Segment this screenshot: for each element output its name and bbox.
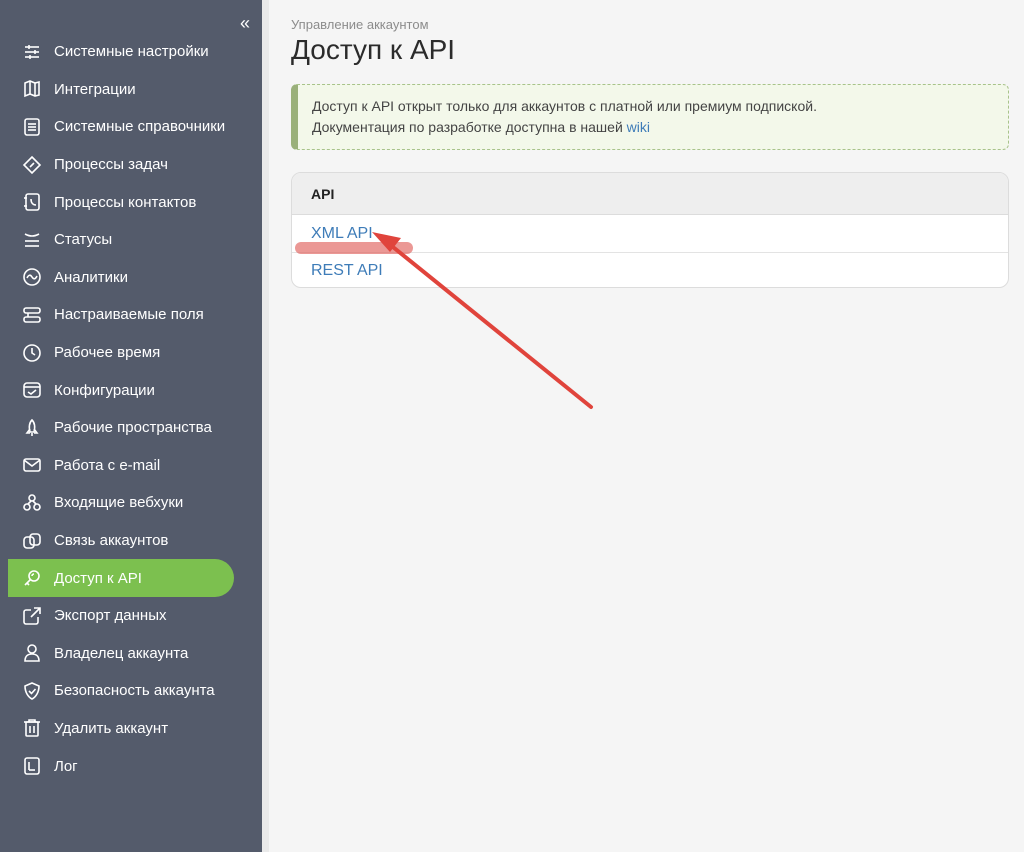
sidebar-item-account-link[interactable]: Связь аккаунтов: [8, 522, 234, 560]
sidebar-item-label: Настраиваемые поля: [54, 306, 204, 324]
link-icon: [22, 531, 42, 551]
sidebar-item-task-processes[interactable]: Процессы задач: [8, 146, 234, 184]
sidebar-item-label: Конфигурации: [54, 381, 155, 399]
sidebar-item-configurations[interactable]: Конфигурации: [8, 371, 234, 409]
sidebar: « Системные настройки Интеграции Системн…: [0, 0, 262, 852]
sidebar-item-system-directories[interactable]: Системные справочники: [8, 108, 234, 146]
sidebar-item-label: Системные справочники: [54, 118, 226, 136]
sidebar-item-label: Процессы задач: [54, 156, 168, 174]
sidebar-item-label: Входящие вебхуки: [54, 494, 184, 512]
sidebar-item-delete-account[interactable]: Удалить аккаунт: [8, 710, 234, 748]
sidebar-item-analytics[interactable]: Аналитики: [8, 259, 234, 297]
breadcrumb[interactable]: Управление аккаунтом: [291, 17, 429, 32]
key-icon: [22, 568, 42, 588]
phone-book-icon: [22, 192, 42, 212]
notice-text-prefix: Документация по разработке доступна в на…: [312, 119, 627, 135]
user-icon: [22, 643, 42, 663]
sidebar-item-system-settings[interactable]: Системные настройки: [8, 33, 234, 71]
sidebar-item-workspaces[interactable]: Рабочие пространства: [8, 409, 234, 447]
sidebar-item-label: Статусы: [54, 231, 113, 249]
sidebar-item-working-hours[interactable]: Рабочее время: [8, 334, 234, 372]
export-icon: [22, 606, 42, 626]
sidebar-item-label: Системные настройки: [54, 43, 209, 61]
sidebar-item-log[interactable]: Лог: [8, 747, 234, 785]
sidebar-item-integrations[interactable]: Интеграции: [8, 71, 234, 109]
annotation-highlight: [295, 242, 413, 254]
sidebar-item-api-access[interactable]: Доступ к API: [8, 559, 234, 597]
sidebar-item-label: Доступ к API: [54, 569, 142, 587]
sidebar-item-webhooks[interactable]: Входящие вебхуки: [8, 484, 234, 522]
sidebar-item-label: Безопасность аккаунта: [54, 682, 215, 700]
webhook-icon: [22, 493, 42, 513]
sliders-icon: [22, 42, 42, 62]
api-table: API XML API REST API: [291, 172, 1009, 288]
notice-text-line1: Доступ к API открыт только для аккаунтов…: [312, 98, 817, 114]
sidebar-item-label: Экспорт данных: [54, 607, 167, 625]
log-icon: [22, 756, 42, 776]
rest-api-link[interactable]: REST API: [292, 252, 1008, 287]
sidebar-item-contact-processes[interactable]: Процессы контактов: [8, 183, 234, 221]
settings-nav: Системные настройки Интеграции Системные…: [0, 33, 262, 785]
sidebar-item-label: Процессы контактов: [54, 193, 197, 211]
api-table-header: API: [292, 173, 1008, 215]
mail-icon: [22, 455, 42, 475]
sidebar-item-data-export[interactable]: Экспорт данных: [8, 597, 234, 635]
rocket-icon: [22, 418, 42, 438]
sidebar-item-label: Связь аккаунтов: [54, 532, 169, 550]
diamond-icon: [22, 155, 42, 175]
page-title: Доступ к API: [291, 34, 456, 65]
map-icon: [22, 79, 42, 99]
sidebar-item-label: Удалить аккаунт: [54, 719, 169, 737]
sidebar-item-account-owner[interactable]: Владелец аккаунта: [8, 635, 234, 673]
shield-icon: [22, 681, 42, 701]
collapse-sidebar-icon[interactable]: «: [236, 14, 254, 32]
sidebar-item-label: Владелец аккаунта: [54, 644, 189, 662]
sidebar-item-account-security[interactable]: Безопасность аккаунта: [8, 672, 234, 710]
sidebar-item-statuses[interactable]: Статусы: [8, 221, 234, 259]
trash-icon: [22, 718, 42, 738]
status-icon: [22, 230, 42, 250]
notice-text-line2: Документация по разработке доступна в на…: [312, 117, 994, 138]
sidebar-item-label: Рабочие пространства: [54, 419, 212, 437]
info-notice: Доступ к API открыт только для аккаунтов…: [291, 84, 1009, 150]
sidebar-item-label: Интеграции: [54, 80, 136, 98]
sidebar-item-label: Работа с e-mail: [54, 456, 161, 474]
config-icon: [22, 380, 42, 400]
wiki-link[interactable]: wiki: [627, 119, 650, 135]
sidebar-item-email[interactable]: Работа с e-mail: [8, 447, 234, 485]
sidebar-divider: [262, 0, 269, 852]
sidebar-item-label: Аналитики: [54, 268, 128, 286]
analytics-icon: [22, 267, 42, 287]
clock-icon: [22, 343, 42, 363]
sidebar-item-custom-fields[interactable]: Настраиваемые поля: [8, 296, 234, 334]
fields-icon: [22, 305, 42, 325]
list-icon: [22, 117, 42, 137]
sidebar-item-label: Лог: [54, 757, 78, 775]
sidebar-item-label: Рабочее время: [54, 344, 161, 362]
